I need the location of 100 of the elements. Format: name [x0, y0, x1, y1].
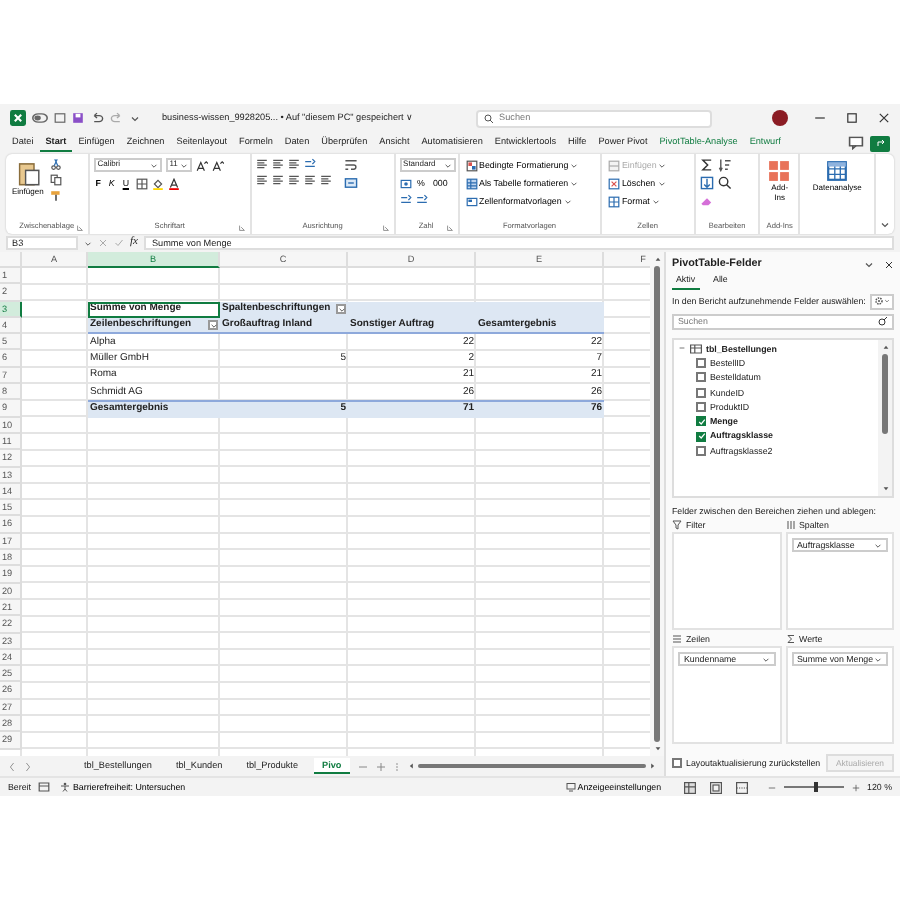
tree-scrollbar[interactable] — [878, 339, 892, 496]
scroll-up-icon[interactable] — [653, 256, 661, 262]
borders-icon[interactable] — [135, 177, 147, 189]
scrollbar-thumb[interactable] — [882, 353, 888, 434]
comments-icon[interactable] — [848, 136, 864, 150]
scroll-right-icon[interactable] — [650, 762, 656, 770]
search-icon — [483, 113, 494, 123]
close-icon[interactable] — [878, 112, 891, 124]
cell-styles-icon — [465, 195, 478, 207]
align-icon[interactable] — [288, 174, 301, 186]
checkbox[interactable] — [696, 387, 706, 398]
caret-icon — [149, 161, 158, 169]
page-break-icon[interactable] — [735, 781, 748, 793]
format-cells-icon — [607, 195, 620, 207]
fill-color-icon[interactable] — [151, 177, 163, 189]
dialog-launcher-icon[interactable] — [381, 223, 390, 232]
scroll-down-icon[interactable] — [653, 746, 661, 752]
undo-icon[interactable] — [90, 112, 104, 124]
wrap-text-icon[interactable] — [344, 158, 359, 172]
align-icon[interactable] — [272, 158, 285, 170]
maximize-icon[interactable] — [846, 112, 859, 124]
scrollbar-thumb[interactable] — [417, 764, 646, 768]
horizontal-scrollbar[interactable] — [407, 762, 656, 770]
font-color-icon[interactable] — [167, 177, 179, 189]
orientation-icon[interactable] — [304, 158, 317, 170]
dialog-launcher-icon[interactable] — [445, 223, 454, 232]
share-icon — [875, 138, 885, 148]
vertical-scrollbar[interactable] — [650, 252, 664, 756]
checkbox[interactable] — [672, 757, 682, 768]
sort-filter-icon[interactable] — [717, 158, 732, 172]
checkbox[interactable] — [696, 372, 706, 383]
caret-icon — [179, 161, 188, 169]
filter-button[interactable] — [336, 304, 346, 315]
decrease-decimal-icon[interactable] — [415, 194, 428, 206]
caret-icon[interactable] — [84, 239, 92, 247]
align-icon[interactable] — [288, 158, 301, 170]
checkbox[interactable] — [696, 431, 706, 442]
increase-decimal-icon[interactable] — [399, 194, 412, 206]
tools-button[interactable] — [870, 293, 894, 310]
minimize-icon[interactable] — [814, 112, 827, 124]
dialog-launcher-icon[interactable] — [238, 223, 247, 232]
save-icon[interactable] — [72, 112, 84, 124]
zoom-thumb[interactable] — [814, 782, 819, 792]
font-shrink-icon[interactable] — [211, 159, 224, 171]
close-icon[interactable] — [884, 259, 894, 270]
checkbox[interactable] — [696, 358, 706, 369]
align-icon[interactable] — [304, 174, 317, 186]
align-icon[interactable] — [320, 174, 333, 186]
window-icon[interactable] — [54, 112, 66, 124]
scroll-up-icon[interactable] — [881, 343, 889, 350]
zoom-in-icon[interactable] — [851, 783, 860, 791]
scroll-down-icon[interactable] — [881, 485, 889, 492]
align-icon[interactable] — [272, 174, 285, 186]
merge-icon[interactable] — [344, 176, 359, 190]
share-button[interactable] — [870, 135, 890, 151]
data-analysis-icon — [826, 160, 849, 182]
gear-icon — [874, 296, 884, 307]
find-icon[interactable] — [717, 176, 732, 190]
table-format-icon — [465, 177, 478, 189]
dialog-launcher-icon[interactable] — [75, 223, 84, 232]
scissors-icon[interactable] — [49, 158, 62, 170]
autosum-icon[interactable] — [699, 158, 714, 172]
caret-icon — [337, 305, 345, 314]
insert-cells-icon — [607, 159, 620, 171]
drop-area — [672, 532, 781, 630]
caret-icon — [570, 179, 579, 187]
excel-logo-icon — [10, 110, 26, 126]
font-grow-icon[interactable] — [195, 159, 208, 171]
clipboard-icon — [15, 160, 40, 186]
sigma-icon — [785, 634, 795, 645]
autosave-toggle-icon[interactable] — [32, 112, 48, 124]
customize-icon[interactable] — [130, 113, 140, 123]
columns-icon — [785, 520, 795, 531]
copy-icon[interactable] — [49, 174, 62, 186]
checkbox[interactable] — [696, 445, 706, 456]
filter-button[interactable] — [208, 320, 218, 331]
accessibility-icon — [60, 782, 71, 792]
rows-icon — [672, 634, 682, 645]
caret-icon — [563, 197, 572, 205]
fill-down-icon[interactable] — [699, 176, 714, 190]
search-icon — [878, 316, 888, 327]
checkbox[interactable] — [696, 416, 706, 427]
align-icon[interactable] — [256, 158, 269, 170]
scrollbar-thumb[interactable] — [654, 266, 660, 742]
scroll-left-icon[interactable] — [407, 762, 414, 770]
caret-icon — [209, 321, 217, 330]
add-ins-icon — [768, 160, 791, 182]
collapse-ribbon-icon[interactable] — [880, 220, 891, 230]
page-layout-icon[interactable] — [709, 781, 722, 793]
avatar[interactable] — [772, 110, 789, 126]
paint-brush-icon[interactable] — [49, 190, 62, 202]
macro-record-icon[interactable] — [38, 782, 51, 792]
currency-icon[interactable] — [399, 177, 412, 189]
filter-icon — [672, 520, 682, 531]
checkbox[interactable] — [696, 402, 706, 413]
normal-view-icon[interactable] — [683, 781, 696, 793]
delete-cells-icon — [607, 177, 620, 189]
caret-icon — [570, 161, 579, 169]
align-icon[interactable] — [256, 174, 269, 186]
panel-menu-icon[interactable] — [864, 259, 874, 270]
